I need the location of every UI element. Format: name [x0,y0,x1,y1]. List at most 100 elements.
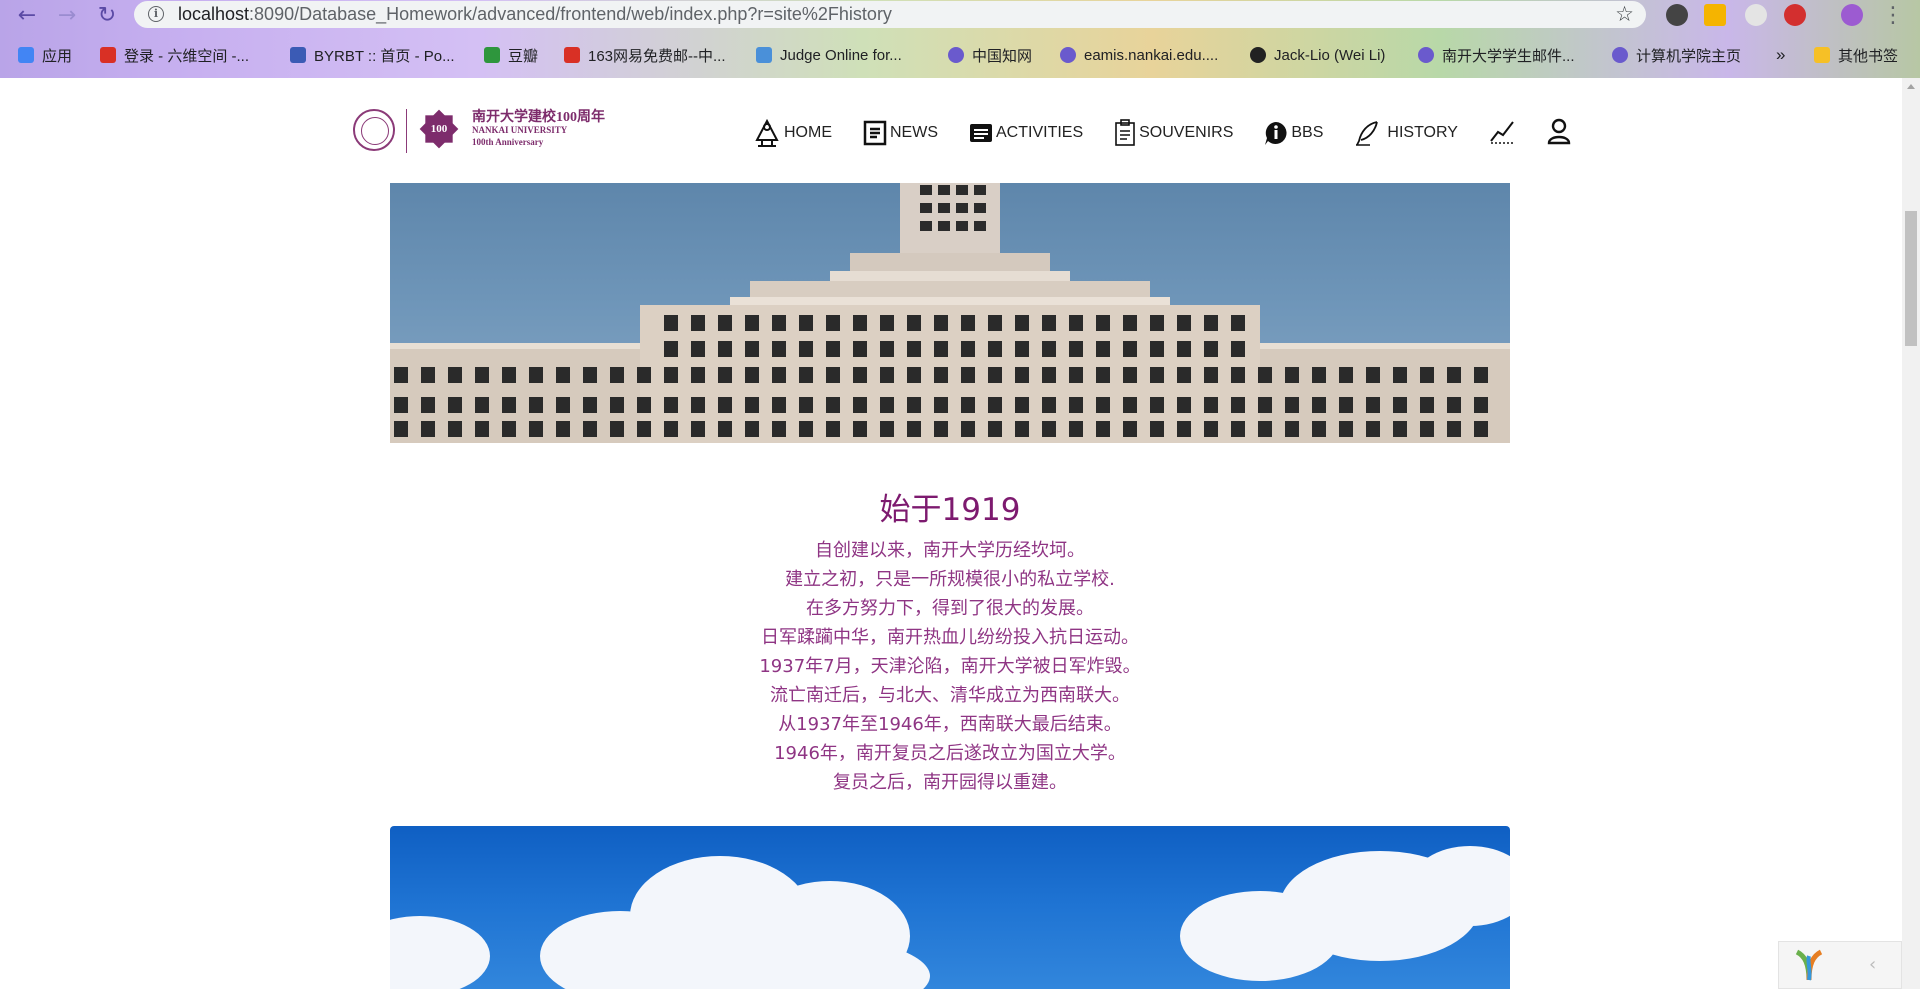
more-bookmarks-button[interactable]: » [1776,44,1785,66]
building-window [1123,341,1137,357]
nav-activities-label: ACTIVITIES [996,124,1084,141]
more-bookmarks-icon: » [1776,45,1786,64]
building-window [1339,367,1353,383]
logo-text[interactable]: 南开大学建校100周年 NANKAI UNIVERSITY 100th Anni… [472,111,605,148]
history-section: 始于1919 自创建以来，南开大学历经坎坷。 建立之初，只是一所规模很小的私立学… [390,488,1510,797]
building-window [745,341,759,357]
building-window [664,367,678,383]
bookmark-item[interactable]: 其他书签 [1814,44,1898,66]
building-window [610,397,624,413]
building-window [394,421,408,437]
bookmark-item[interactable]: BYRBT :: 首页 - Po... [290,44,455,66]
bookmark-item[interactable]: 163网易免费邮--中... [564,44,726,66]
news-icon [863,120,887,146]
page-scrollbar[interactable] [1902,78,1920,989]
history-title: 始于1919 [879,492,1021,528]
building-window [772,367,786,383]
bookmark-item[interactable]: 计算机学院主页 [1612,44,1741,66]
back-arrow-icon[interactable]: ← [14,3,40,29]
building-window [1069,341,1083,357]
bookmark-label: 计算机学院主页 [1636,47,1742,65]
scrollbar-thumb[interactable] [1905,211,1917,346]
building-window [1069,397,1083,413]
building-window [1150,367,1164,383]
nav-souvenirs[interactable]: SOUVENIRS [1113,119,1233,147]
building-window [583,421,597,437]
building-window [961,315,975,331]
scroll-up-arrow-icon[interactable] [1907,84,1915,89]
byrbt-icon [290,47,306,63]
building-window [745,397,759,413]
nav-news[interactable]: NEWS [862,120,938,146]
building-window [907,315,921,331]
6v-icon [100,47,116,63]
building-window [1150,341,1164,357]
building-window [1447,367,1461,383]
building-window [1069,315,1083,331]
building-window [772,315,786,331]
chevron-left-icon[interactable]: ‹ [1869,954,1876,975]
nav-history[interactable]: HISTORY [1353,119,1458,147]
building-window [1366,367,1380,383]
bookmark-star-icon[interactable]: ☆ [1615,2,1634,26]
nav-user[interactable] [1546,117,1572,150]
address-bar[interactable]: i localhost:8090/Database_Homework/advan… [134,1,1646,28]
profile-avatar-icon[interactable] [1841,4,1863,26]
building-window [826,397,840,413]
bookmark-label: 南开大学学生邮件... [1442,47,1575,65]
bookmark-item[interactable]: 豆瓣 [484,44,538,66]
extension-speed-icon[interactable] [1745,4,1767,26]
bookmark-item[interactable]: 应用 [18,44,72,66]
building-window [718,397,732,413]
browser-chrome: ← → ↻ i localhost:8090/Database_Homework… [0,0,1920,78]
bookmark-label: Jack-Lio (Wei Li) [1274,46,1386,64]
building-window [1258,421,1272,437]
nav-news-label: NEWS [890,124,938,141]
bookmark-item[interactable]: 中国知网 [948,44,1032,66]
nav-souvenirs-label: SOUVENIRS [1139,124,1234,141]
reload-icon[interactable]: ↻ [94,3,120,29]
building-window [799,315,813,331]
building-window [1258,397,1272,413]
building-window [1015,315,1029,331]
building-window [664,421,678,437]
building-window [718,341,732,357]
browser-menu-icon[interactable]: ⋮ [1880,3,1906,29]
history-line: 自创建以来，南开大学历经坎坷。 [815,540,1085,561]
building-window [772,421,786,437]
building-window [961,397,975,413]
globe-icon [1060,47,1076,63]
extension-notes-icon[interactable] [1704,4,1726,26]
nav-history-label: HISTORY [1387,124,1458,141]
nav-activities[interactable]: ACTIVITIES [968,120,1083,146]
bookmark-item[interactable]: 登录 - 六维空间 -... [100,44,249,66]
building-window [529,397,543,413]
nav-bbs[interactable]: BBS [1263,120,1323,146]
building-window [610,421,624,437]
yii-debug-toolbar[interactable]: ‹ [1778,941,1902,989]
bookmark-item[interactable]: Jack-Lio (Wei Li) [1250,44,1385,66]
url-text[interactable]: localhost:8090/Database_Homework/advance… [178,4,892,25]
bookmark-item[interactable]: eamis.nankai.edu.... [1060,44,1218,66]
extension-history-icon[interactable] [1666,4,1688,26]
building-window [448,421,462,437]
building-window [1096,397,1110,413]
history-line: 建立之初，只是一所规模很小的私立学校. [785,569,1115,590]
building-illustration [390,183,1510,443]
address-row: ← → ↻ i localhost:8090/Database_Homework… [0,0,1920,31]
site-info-icon[interactable]: i [148,6,164,22]
bookmark-item[interactable]: Judge Online for... [756,44,902,66]
forward-arrow-icon[interactable]: → [54,3,80,29]
bookmark-item[interactable]: 南开大学学生邮件... [1418,44,1575,66]
building-window [934,315,948,331]
bookmark-label: eamis.nankai.edu.... [1084,46,1219,64]
nav-stats[interactable] [1488,117,1516,150]
building-window [1096,341,1110,357]
nankai-seal-logo[interactable] [353,109,395,151]
building-window [1420,421,1434,437]
building-window [1285,397,1299,413]
adblock-icon[interactable] [1784,4,1806,26]
building-window [502,421,516,437]
building-window [1177,315,1191,331]
nav-home[interactable]: HOME [752,118,832,148]
